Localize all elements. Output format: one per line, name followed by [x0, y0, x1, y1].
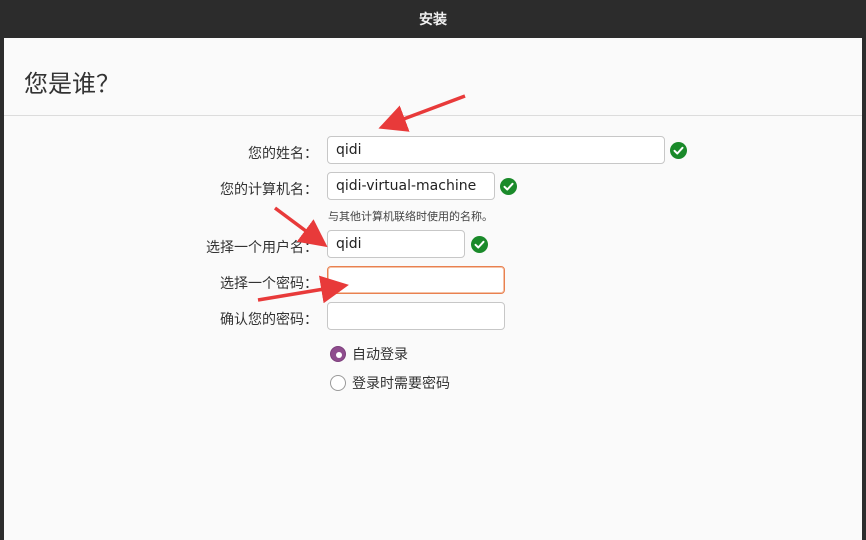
auto-login-option[interactable]: 自动登录: [330, 344, 408, 364]
window-titlebar: 安装: [0, 0, 866, 38]
page-title: 您是谁？: [24, 70, 120, 98]
confirm-password-label: 确认您的密码：: [220, 312, 318, 328]
auto-login-radio[interactable]: [330, 346, 346, 362]
password-label: 选择一个密码：: [220, 276, 318, 292]
installer-window: 您是谁？ 您的姓名： 您的计算机名： 与其他计算机联络时使用的名称。 选择一个用…: [4, 38, 862, 540]
name-field[interactable]: [327, 136, 665, 164]
password-field[interactable]: [327, 266, 505, 294]
auto-login-label: 自动登录: [352, 347, 408, 363]
username-valid-check-icon: [471, 236, 488, 253]
username-label: 选择一个用户名：: [206, 240, 318, 256]
computer-name-hint: 与其他计算机联络时使用的名称。: [328, 210, 493, 223]
name-label: 您的姓名：: [248, 146, 318, 162]
computer-name-label: 您的计算机名：: [220, 182, 318, 198]
confirm-password-field[interactable]: [327, 302, 505, 330]
divider: [4, 115, 862, 116]
window-title: 安装: [419, 12, 447, 28]
username-field[interactable]: [327, 230, 465, 258]
name-valid-check-icon: [670, 142, 687, 159]
require-password-option[interactable]: 登录时需要密码: [330, 373, 450, 393]
require-password-label: 登录时需要密码: [352, 376, 450, 392]
require-password-radio[interactable]: [330, 375, 346, 391]
computer-name-field[interactable]: [327, 172, 495, 200]
computer-name-valid-check-icon: [500, 178, 517, 195]
